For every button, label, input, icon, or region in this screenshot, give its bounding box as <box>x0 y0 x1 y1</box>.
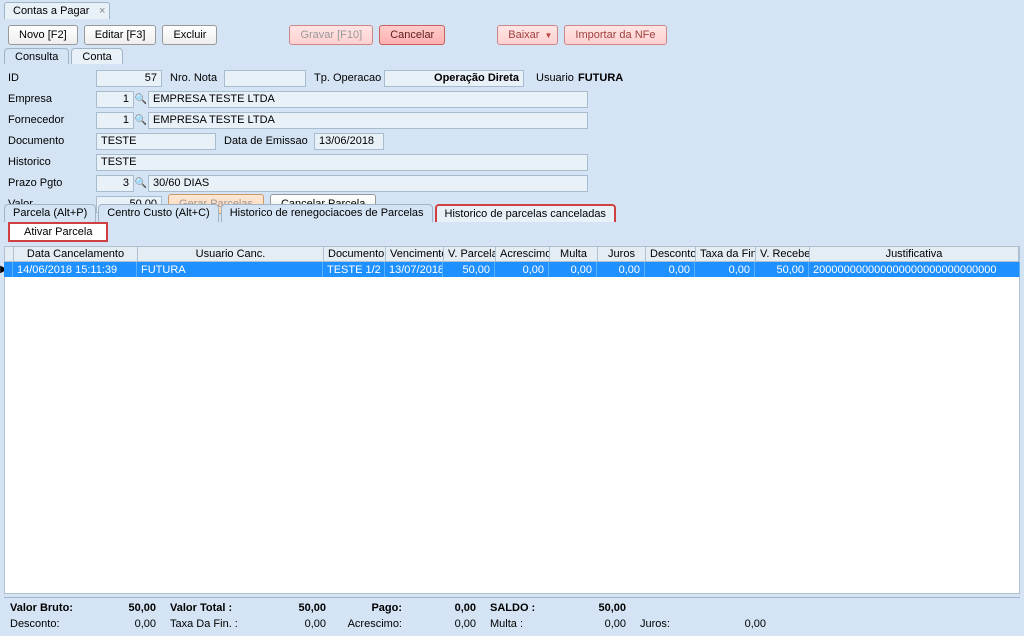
search-icon[interactable]: 🔍 <box>134 178 148 189</box>
cell-taxa: 0,00 <box>695 262 755 277</box>
desconto-label: Desconto: <box>10 618 90 630</box>
multa-label: Multa : <box>490 618 560 630</box>
window-tab: Contas a Pagar × <box>4 2 110 19</box>
empresa-nome-field: EMPRESA TESTE LTDA <box>148 91 588 108</box>
cell-data-cancel: 14/06/2018 15:11:39 <box>13 262 137 277</box>
table-row[interactable]: 14/06/2018 15:11:39 FUTURA TESTE 1/2 13/… <box>4 262 1020 277</box>
desconto-value: 0,00 <box>90 618 170 630</box>
col-data-cancel[interactable]: Data Cancelamento <box>14 247 138 261</box>
valor-total-label: Valor Total : <box>170 602 260 614</box>
valor-bruto-value: 50,00 <box>90 602 170 614</box>
ativar-parcela-button[interactable]: Ativar Parcela <box>8 222 108 242</box>
data-emissao-label: Data de Emissao <box>222 135 314 147</box>
tab-consulta[interactable]: Consulta <box>4 48 69 65</box>
multa-value: 0,00 <box>560 618 640 630</box>
col-desconto[interactable]: Desconto <box>646 247 696 261</box>
sub-toolbar: Ativar Parcela <box>8 222 108 242</box>
col-justificativa[interactable]: Justificativa <box>810 247 1019 261</box>
main-tabs: Consulta Conta <box>4 48 125 65</box>
baixar-button[interactable]: Baixar <box>497 25 558 45</box>
main-toolbar: Novo [F2] Editar [F3] Excluir Gravar [F1… <box>4 22 1020 48</box>
footer-totals: Valor Bruto: 50,00 Valor Total : 50,00 P… <box>4 597 1020 634</box>
id-field: 57 <box>96 70 162 87</box>
fornecedor-nome-field: EMPRESA TESTE LTDA <box>148 112 588 129</box>
window-title: Contas a Pagar <box>13 5 89 17</box>
documento-field[interactable]: TESTE <box>96 133 216 150</box>
cell-usuario: FUTURA <box>137 262 323 277</box>
cell-desconto: 0,00 <box>645 262 695 277</box>
data-emissao-field[interactable]: 13/06/2018 <box>314 133 384 150</box>
empresa-label: Empresa <box>6 93 96 105</box>
prazo-nome-field: 30/60 DIAS <box>148 175 588 192</box>
tab-parcela[interactable]: Parcela (Alt+P) <box>4 204 96 222</box>
usuario-label: Usuario <box>534 72 578 84</box>
cell-juros: 0,00 <box>597 262 645 277</box>
parcela-tabs: Parcela (Alt+P) Centro Custo (Alt+C) His… <box>4 204 618 222</box>
taxa-fin-value: 0,00 <box>260 618 340 630</box>
cell-documento: TESTE 1/2 <box>323 262 385 277</box>
documento-label: Documento <box>6 135 96 147</box>
gravar-button[interactable]: Gravar [F10] <box>289 25 373 45</box>
nro-nota-field <box>224 70 306 87</box>
prazo-label: Prazo Pgto <box>6 177 96 189</box>
cell-v-parcela: 50,00 <box>443 262 495 277</box>
empresa-id-field: 1 <box>96 91 134 108</box>
saldo-label: SALDO : <box>490 602 560 614</box>
cell-acrescimo: 0,00 <box>495 262 549 277</box>
valor-total-value: 50,00 <box>260 602 340 614</box>
prazo-id-field: 3 <box>96 175 134 192</box>
juros-value: 0,00 <box>700 618 780 630</box>
col-taxa-fin[interactable]: Taxa da Fin. <box>696 247 756 261</box>
search-icon[interactable]: 🔍 <box>134 115 148 126</box>
cancelar-button[interactable]: Cancelar <box>379 25 445 45</box>
saldo-value: 50,00 <box>560 602 640 614</box>
form-panel: ID 57 Nro. Nota Tp. Operacao Operação Di… <box>4 64 1020 221</box>
editar-button[interactable]: Editar [F3] <box>84 25 157 45</box>
close-icon[interactable]: × <box>99 5 105 17</box>
fornecedor-id-field: 1 <box>96 112 134 129</box>
novo-button[interactable]: Novo [F2] <box>8 25 78 45</box>
valor-bruto-label: Valor Bruto: <box>10 602 90 614</box>
historico-field[interactable]: TESTE <box>96 154 588 171</box>
col-v-receber[interactable]: V. Receber <box>756 247 810 261</box>
grid-header: Data Cancelamento Usuario Canc. Document… <box>4 246 1020 262</box>
col-usuario-canc[interactable]: Usuario Canc. <box>138 247 324 261</box>
tab-conta[interactable]: Conta <box>71 48 122 65</box>
excluir-button[interactable]: Excluir <box>162 25 217 45</box>
pago-value: 0,00 <box>410 602 490 614</box>
acrescimo-label: Acrescimo: <box>340 618 410 630</box>
taxa-fin-label: Taxa Da Fin. : <box>170 618 260 630</box>
grid-body <box>4 277 1020 594</box>
importar-nfe-button[interactable]: Importar da NFe <box>564 25 666 45</box>
col-v-parcela[interactable]: V. Parcela <box>444 247 496 261</box>
pago-label: Pago: <box>340 602 410 614</box>
tab-historico-reneg[interactable]: Historico de renegociacoes de Parcelas <box>221 204 433 222</box>
tp-operacao-field: Operação Direta <box>384 70 524 87</box>
tp-operacao-label: Tp. Operacao <box>312 72 384 84</box>
col-juros[interactable]: Juros <box>598 247 646 261</box>
id-label: ID <box>6 72 96 84</box>
juros-label: Juros: <box>640 618 700 630</box>
fornecedor-label: Fornecedor <box>6 114 96 126</box>
usuario-value: FUTURA <box>578 72 623 84</box>
col-multa[interactable]: Multa <box>550 247 598 261</box>
col-vencimento[interactable]: Vencimento <box>386 247 444 261</box>
acrescimo-value: 0,00 <box>410 618 490 630</box>
col-documento[interactable]: Documento <box>324 247 386 261</box>
cell-multa: 0,00 <box>549 262 597 277</box>
tab-centro-custo[interactable]: Centro Custo (Alt+C) <box>98 204 218 222</box>
nro-nota-label: Nro. Nota <box>168 72 224 84</box>
cell-justificativa: 200000000000000000000000000000 <box>809 262 1020 277</box>
historico-label: Historico <box>6 156 96 168</box>
col-acrescimo[interactable]: Acrescimo <box>496 247 550 261</box>
tab-historico-cancel[interactable]: Historico de parcelas canceladas <box>435 204 616 222</box>
cell-v-receber: 50,00 <box>755 262 809 277</box>
search-icon[interactable]: 🔍 <box>134 94 148 105</box>
cell-vencimento: 13/07/2018 <box>385 262 443 277</box>
